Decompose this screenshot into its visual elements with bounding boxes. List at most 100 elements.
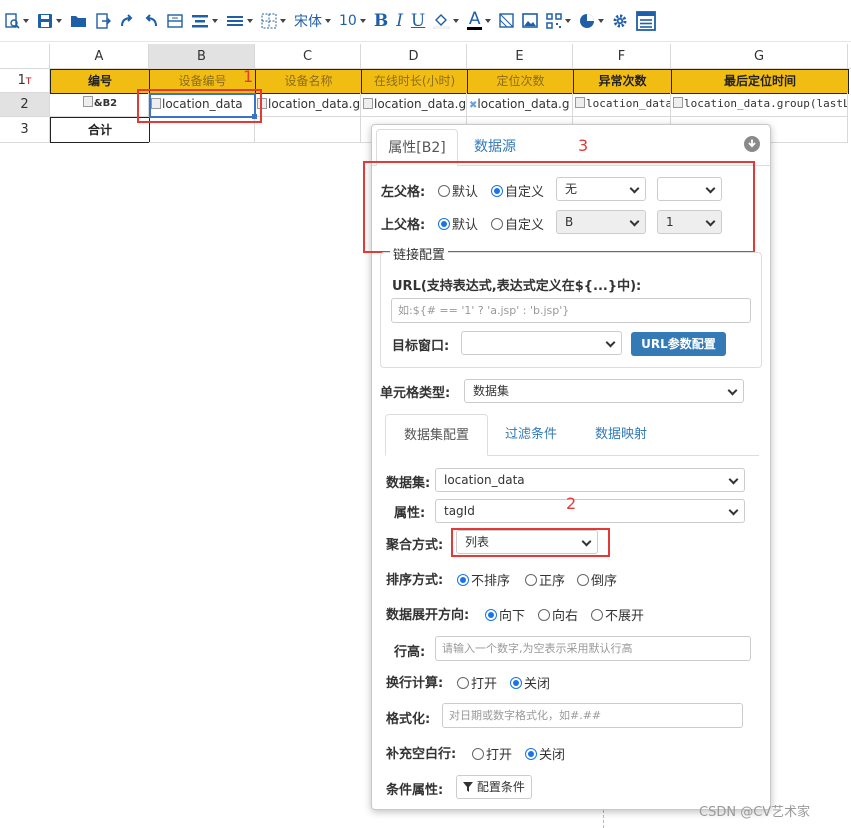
- radio-label: 向右: [552, 609, 579, 624]
- cell-d2-text: location_data.g: [374, 97, 467, 111]
- export-button[interactable]: [95, 6, 111, 36]
- chevron-down-icon: [23, 18, 29, 23]
- column-header-e[interactable]: E: [467, 44, 573, 69]
- font-family-value: 宋体: [294, 13, 322, 30]
- italic-icon: I: [396, 10, 403, 31]
- gear-icon: [613, 14, 627, 27]
- open-button[interactable]: [70, 6, 87, 36]
- cell-a2[interactable]: &B2: [50, 93, 149, 117]
- annotation-box-3: [363, 161, 755, 253]
- cell-c3[interactable]: [255, 117, 361, 143]
- undo-button[interactable]: [143, 6, 159, 36]
- row-header-1[interactable]: 1T: [0, 69, 50, 93]
- chart-button[interactable]: [579, 6, 605, 36]
- watermark: CSDN @CV艺术家: [699, 805, 811, 820]
- chevron-down-icon: [247, 18, 253, 23]
- fill-blank-off-radio[interactable]: 关闭: [525, 744, 565, 763]
- slash-cell-button[interactable]: [499, 6, 514, 36]
- column-header-g[interactable]: G: [671, 44, 848, 69]
- merge-cells-button[interactable]: [167, 6, 183, 36]
- cell-d2[interactable]: location_data.g: [361, 93, 467, 117]
- column-header-f[interactable]: F: [573, 44, 671, 69]
- corner-cell[interactable]: [0, 44, 50, 69]
- aggregation-label: 聚合方式:: [386, 538, 444, 553]
- fill-blank-on-radio[interactable]: 打开: [472, 744, 512, 763]
- url-params-button[interactable]: URL参数配置: [631, 332, 726, 356]
- sort-asc-radio[interactable]: 正序: [525, 570, 565, 589]
- font-color-button[interactable]: A: [467, 6, 492, 36]
- cell-f2-text: location_data: [586, 97, 671, 110]
- font-size-select[interactable]: 10: [339, 6, 366, 36]
- font-family-select[interactable]: 宋体: [294, 6, 331, 36]
- column-header-b[interactable]: B: [149, 44, 255, 69]
- format-input[interactable]: 对日期或数字格式化，如#.##: [442, 703, 743, 728]
- column-header-a[interactable]: A: [50, 44, 149, 69]
- cell-c2-text: location_data.g: [268, 97, 361, 111]
- arrow-down-circle-icon[interactable]: [744, 136, 760, 152]
- cell-e2[interactable]: ✖location_data.g: [467, 93, 573, 117]
- valign-button[interactable]: [226, 6, 253, 36]
- select-value: 数据集: [473, 384, 510, 398]
- cell-property-dialog: 属性[B2] 数据源 左父格: 默认 自定义 无 上父格: 默认 自定义 B 1…: [363, 124, 771, 810]
- row-header-3[interactable]: 3: [0, 117, 50, 143]
- qrcode-button[interactable]: [546, 6, 572, 36]
- cell-e1[interactable]: 定位次数: [467, 69, 574, 94]
- column-header-c[interactable]: C: [255, 44, 361, 69]
- chevron-down-icon: [485, 18, 492, 23]
- property-select[interactable]: tagId: [435, 499, 745, 523]
- target-window-select[interactable]: [461, 331, 622, 355]
- expand-right-radio[interactable]: 向右: [538, 605, 578, 624]
- row-header-2[interactable]: 2: [0, 93, 50, 117]
- italic-button[interactable]: I: [396, 6, 403, 36]
- annotation-number-1: 1: [243, 67, 254, 86]
- cell-type-select[interactable]: 数据集: [464, 379, 744, 403]
- column-header-d[interactable]: D: [361, 44, 467, 69]
- cell-f2[interactable]: location_data: [573, 93, 671, 117]
- fill-color-button[interactable]: [433, 6, 460, 36]
- tab-data-mapping[interactable]: 数据映射: [595, 414, 647, 456]
- configure-conditions-button[interactable]: 配置条件: [456, 775, 532, 799]
- dataset-select[interactable]: location_data: [435, 468, 745, 492]
- align-button[interactable]: [191, 6, 218, 36]
- row-height-input[interactable]: 请输入一个数字,为空表示采用默认行高: [435, 636, 751, 661]
- settings-button[interactable]: [612, 6, 628, 36]
- cell-f1[interactable]: 异常次数: [573, 69, 672, 94]
- radio-label: 不展开: [605, 609, 645, 624]
- url-placeholder: 如:${# == '1' ? 'a.jsp' : 'b.jsp'}: [398, 304, 570, 317]
- cell-g1[interactable]: 最后定位时间: [671, 69, 849, 94]
- radio-label: 正序: [539, 574, 566, 589]
- expand-none-radio[interactable]: 不展开: [591, 605, 644, 624]
- line-spacing-icon: [227, 15, 243, 26]
- bold-button[interactable]: B: [374, 6, 388, 36]
- cell-g2[interactable]: location_data.group(lastLoc: [671, 93, 848, 117]
- undo-icon: [145, 13, 157, 26]
- underline-button[interactable]: U: [411, 6, 425, 36]
- cell-c1[interactable]: 设备名称: [255, 69, 362, 94]
- annotation-box-2: [451, 528, 610, 557]
- tab-filter-conditions[interactable]: 过滤条件: [505, 414, 557, 456]
- image-button[interactable]: [522, 6, 539, 36]
- redo-button[interactable]: [119, 6, 135, 36]
- cell-a1[interactable]: 编号: [50, 69, 150, 94]
- annotation-number-3: 3: [578, 136, 589, 155]
- save-button[interactable]: [37, 6, 62, 36]
- cell-c2[interactable]: location_data.g: [255, 93, 361, 117]
- url-input[interactable]: 如:${# == '1' ? 'a.jsp' : 'b.jsp'}: [391, 298, 751, 323]
- wrap-calc-off-radio[interactable]: 关闭: [510, 673, 550, 692]
- font-color-icon: A: [468, 9, 481, 29]
- wrap-calc-on-radio[interactable]: 打开: [457, 673, 497, 692]
- cell-d1[interactable]: 在线时长(小时): [361, 69, 468, 94]
- expand-down-radio[interactable]: 向下: [485, 605, 525, 624]
- sort-none-radio[interactable]: 不排序: [457, 570, 510, 589]
- broken-image-icon: [363, 98, 373, 109]
- pie-chart-icon: [580, 13, 595, 28]
- expand-direction-label: 数据展开方向:: [386, 608, 470, 623]
- tab-dataset-config[interactable]: 数据集配置: [385, 414, 488, 456]
- cell-a3[interactable]: 合计: [50, 117, 150, 143]
- cell-a2-text: &B2: [93, 98, 118, 109]
- row-type-marker: T: [25, 77, 32, 87]
- properties-button[interactable]: [636, 6, 657, 36]
- sort-desc-radio[interactable]: 倒序: [577, 570, 617, 589]
- preview-button[interactable]: [4, 6, 29, 36]
- border-button[interactable]: [261, 6, 286, 36]
